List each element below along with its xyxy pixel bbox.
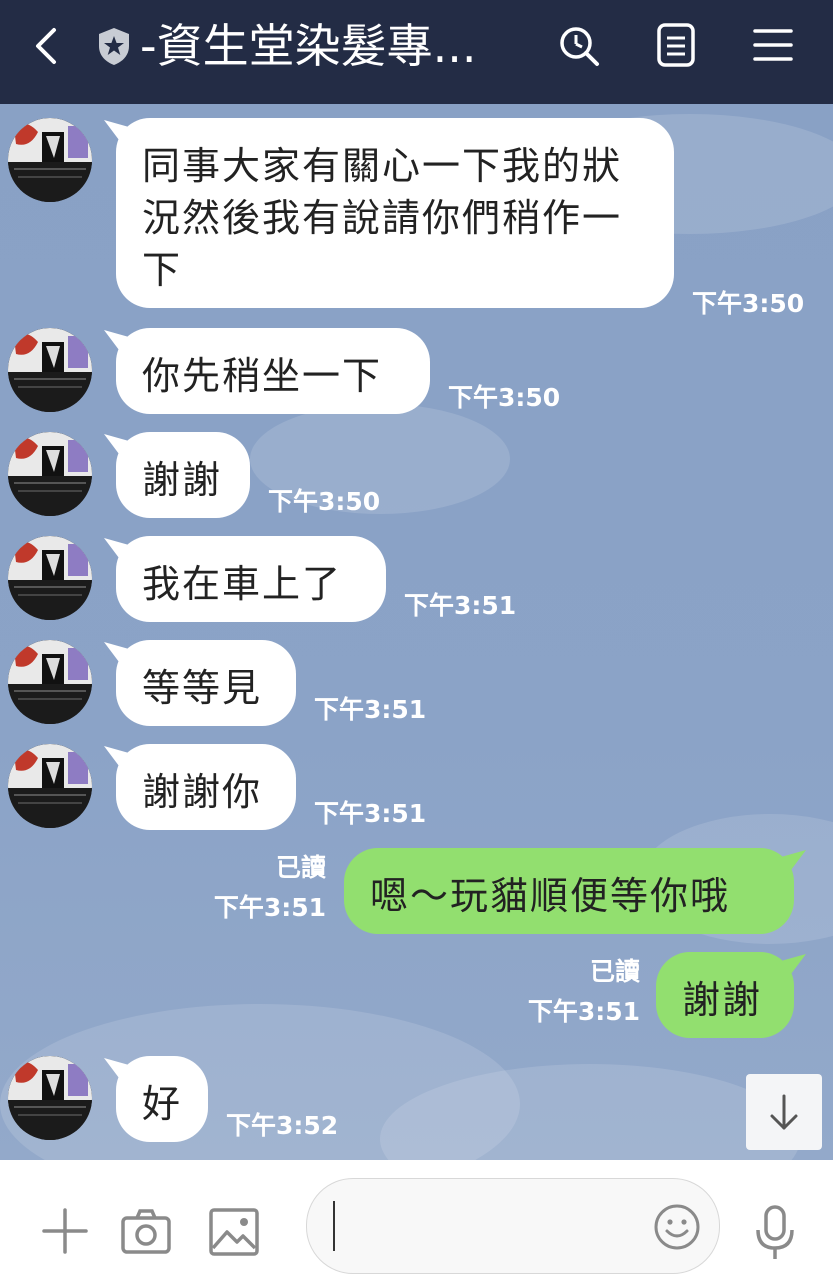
- menu-icon[interactable]: [750, 22, 796, 68]
- microphone-icon[interactable]: [752, 1204, 798, 1262]
- message-timestamp: 下午3:50: [448, 383, 561, 412]
- search-icon[interactable]: [555, 22, 601, 68]
- message-timestamp: 下午3:51: [314, 695, 427, 724]
- notes-icon[interactable]: [653, 22, 699, 68]
- image-icon[interactable]: [209, 1208, 259, 1256]
- message-bubble[interactable]: 我在車上了: [116, 536, 386, 622]
- message-bubble[interactable]: 嗯～玩貓順便等你哦: [344, 848, 794, 934]
- message-timestamp: 下午3:51: [404, 591, 517, 620]
- avatar[interactable]: [8, 744, 92, 828]
- incoming-message: 你先稍坐一下 下午3:50: [0, 328, 833, 414]
- camera-icon[interactable]: [121, 1208, 171, 1254]
- message-input[interactable]: [306, 1178, 720, 1274]
- avatar[interactable]: [8, 118, 92, 202]
- message-timestamp: 下午3:50: [268, 487, 381, 516]
- avatar[interactable]: [8, 432, 92, 516]
- shield-star-icon: [99, 28, 129, 65]
- message-bubble[interactable]: 謝謝你: [116, 744, 296, 830]
- message-timestamp: 下午3:50: [692, 289, 805, 318]
- message-bubble[interactable]: 同事大家有關心一下我的狀況然後我有說請你們稍作一下: [116, 118, 674, 308]
- incoming-message: 謝謝你 下午3:51: [0, 744, 833, 830]
- message-timestamp: 下午3:51: [314, 799, 427, 828]
- avatar[interactable]: [8, 536, 92, 620]
- message-bubble[interactable]: 好: [116, 1056, 208, 1142]
- message-bubble[interactable]: 你先稍坐一下: [116, 328, 430, 414]
- scroll-to-bottom-button[interactable]: [746, 1074, 822, 1150]
- message-timestamp: 下午3:51: [213, 893, 326, 922]
- incoming-message: 同事大家有關心一下我的狀況然後我有說請你們稍作一下 下午3:50: [0, 118, 833, 318]
- read-receipt: 已讀: [275, 853, 326, 882]
- message-bubble[interactable]: 謝謝: [656, 952, 794, 1038]
- incoming-message: 等等見 下午3:51: [0, 640, 833, 726]
- chat-area[interactable]: 同事大家有關心一下我的狀況然後我有說請你們稍作一下 下午3:50 你先稍坐一下 下午3…: [0, 104, 833, 1160]
- plus-icon[interactable]: [40, 1206, 90, 1256]
- avatar[interactable]: [8, 640, 92, 724]
- text-caret: [333, 1201, 335, 1251]
- arrow-down-icon: [770, 1094, 798, 1130]
- read-receipt: 已讀: [589, 957, 640, 986]
- message-timestamp: 下午3:52: [226, 1111, 339, 1140]
- avatar[interactable]: [8, 328, 92, 412]
- outgoing-message: 嗯～玩貓順便等你哦 已讀下午3:51: [0, 848, 833, 934]
- incoming-message: 我在車上了 下午3:51: [0, 536, 833, 622]
- message-bubble[interactable]: 等等見: [116, 640, 296, 726]
- input-bar: [0, 1160, 833, 1280]
- message-timestamp: 下午3:51: [527, 997, 640, 1026]
- incoming-message: 謝謝 下午3:50: [0, 432, 833, 518]
- message-bubble[interactable]: 謝謝: [116, 432, 250, 518]
- incoming-message: 好下午3:52: [0, 1056, 833, 1142]
- chat-title[interactable]: -資生堂染髮專...: [140, 18, 530, 74]
- chat-header: -資生堂染髮專...: [0, 0, 833, 104]
- back-chevron-icon[interactable]: [30, 26, 66, 66]
- outgoing-message: 謝謝 已讀下午3:51: [0, 952, 833, 1038]
- emoji-icon[interactable]: [653, 1203, 701, 1251]
- avatar[interactable]: [8, 1056, 92, 1140]
